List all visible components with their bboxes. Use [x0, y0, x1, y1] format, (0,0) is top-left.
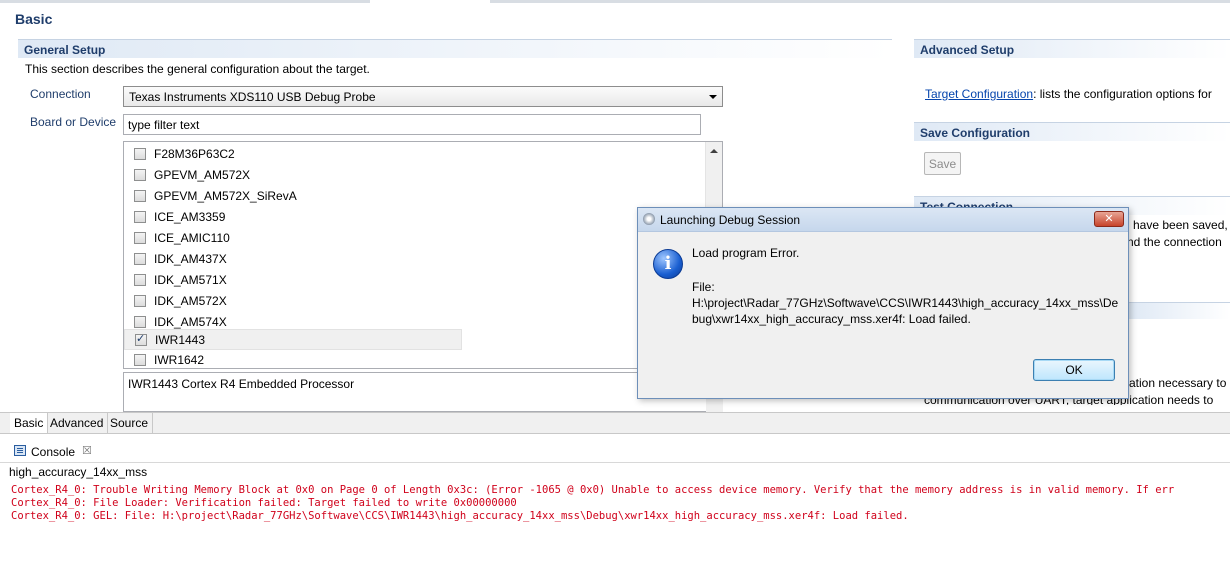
list-item-selected[interactable]: ✓ IWR1443 — [124, 329, 462, 350]
checkbox[interactable] — [134, 274, 146, 286]
section-heading-strip — [1129, 302, 1230, 319]
checkbox[interactable] — [134, 316, 146, 328]
dialog-body: i Load program Error. File: H:\project\R… — [639, 233, 1127, 393]
test-connection-text-2: nd the connection — [1127, 235, 1222, 249]
checkbox[interactable] — [134, 295, 146, 307]
file-label: File: — [692, 280, 715, 294]
advanced-setup-text: Target Configuration: lists the configur… — [925, 87, 1212, 101]
dialog-file-info: File: H:\project\Radar_77GHz\Softwave\CC… — [692, 279, 1120, 327]
connection-value: Texas Instruments XDS110 USB Debug Probe — [129, 90, 376, 104]
console-icon — [14, 445, 26, 456]
save-configuration-heading: Save Configuration — [914, 122, 1230, 141]
list-item[interactable]: F28M36P63C2 — [124, 144, 462, 165]
close-icon[interactable]: ☒ — [82, 444, 92, 457]
target-configuration-link[interactable]: Target Configuration — [925, 87, 1033, 101]
advanced-setup-heading: Advanced Setup — [914, 39, 1230, 58]
list-item[interactable]: GPEVM_AM572X_SiRevA — [124, 186, 462, 207]
background-text-1: ation necessary to — [1129, 376, 1227, 390]
page-title: Basic — [15, 11, 53, 27]
device-filter-input[interactable]: type filter text — [123, 114, 701, 135]
dialog-title: Launching Debug Session — [660, 213, 801, 227]
list-item[interactable]: ICE_AM3359 — [124, 207, 462, 228]
scroll-up-icon[interactable] — [710, 149, 718, 153]
app-icon — [643, 213, 655, 225]
save-button[interactable]: Save — [924, 152, 961, 175]
chevron-down-icon — [709, 95, 717, 99]
close-button[interactable]: ✕ — [1094, 211, 1124, 227]
console-name: high_accuracy_14xx_mss — [9, 465, 148, 479]
checkbox[interactable] — [134, 148, 146, 160]
connection-label: Connection — [30, 87, 91, 101]
list-item[interactable]: IDK_AM572X — [124, 291, 462, 312]
list-item[interactable]: ICE_AMIC110 — [124, 228, 462, 249]
device-description: IWR1443 Cortex R4 Embedded Processor — [123, 372, 723, 412]
device-list[interactable]: F28M36P63C2 GPEVM_AM572X GPEVM_AM572X_Si… — [123, 141, 723, 369]
launch-debug-dialog: Launching Debug Session ✕ i Load program… — [637, 207, 1129, 399]
editor-tab-bar: Basic Advanced Source — [0, 412, 1230, 434]
console-error-line: Cortex_R4_0: File Loader: Verification f… — [11, 497, 517, 509]
list-item[interactable]: IDK_AM437X — [124, 249, 462, 270]
board-or-device-label: Board or Device — [30, 115, 117, 129]
check-icon: ✓ — [136, 333, 146, 345]
list-item[interactable]: GPEVM_AM572X — [124, 165, 462, 186]
checkbox[interactable] — [134, 169, 146, 181]
info-icon: i — [653, 249, 683, 279]
dialog-message: Load program Error. — [692, 246, 800, 260]
general-setup-heading: General Setup — [18, 39, 892, 58]
list-item[interactable]: IDK_AM571X — [124, 270, 462, 291]
console-error-line: Cortex_R4_0: Trouble Writing Memory Bloc… — [11, 484, 1175, 496]
dialog-titlebar[interactable]: Launching Debug Session ✕ — [638, 208, 1128, 232]
file-path-line-1: H:\project\Radar_77GHz\Softwave\CCS\IWR1… — [692, 296, 1119, 310]
file-path-line-2: bug\xwr14xx_high_accuracy_mss.xer4f: Loa… — [692, 312, 971, 326]
test-connection-text-1: have been saved, — [1133, 218, 1228, 232]
console-tab[interactable]: Console ☒ — [0, 440, 1230, 463]
list-item[interactable]: IWR1642 — [124, 350, 462, 368]
checkbox-checked[interactable]: ✓ — [135, 333, 147, 346]
active-editor-tab[interactable] — [370, 0, 490, 3]
tab-source[interactable]: Source — [106, 413, 154, 433]
tab-basic[interactable]: Basic — [10, 413, 49, 433]
checkbox[interactable] — [134, 211, 146, 223]
console-output: Cortex_R4_0: Trouble Writing Memory Bloc… — [11, 484, 1230, 523]
top-strip — [0, 0, 1230, 3]
console-title: Console — [31, 445, 76, 459]
checkbox[interactable] — [134, 354, 146, 366]
tab-advanced[interactable]: Advanced — [46, 413, 109, 433]
ok-button[interactable]: OK — [1033, 359, 1115, 381]
general-setup-description: This section describes the general confi… — [25, 62, 370, 76]
checkbox[interactable] — [134, 253, 146, 265]
checkbox[interactable] — [134, 190, 146, 202]
connection-select[interactable]: Texas Instruments XDS110 USB Debug Probe — [123, 86, 723, 107]
checkbox[interactable] — [134, 232, 146, 244]
console-error-line: Cortex_R4_0: GEL: File: H:\project\Radar… — [11, 510, 909, 522]
